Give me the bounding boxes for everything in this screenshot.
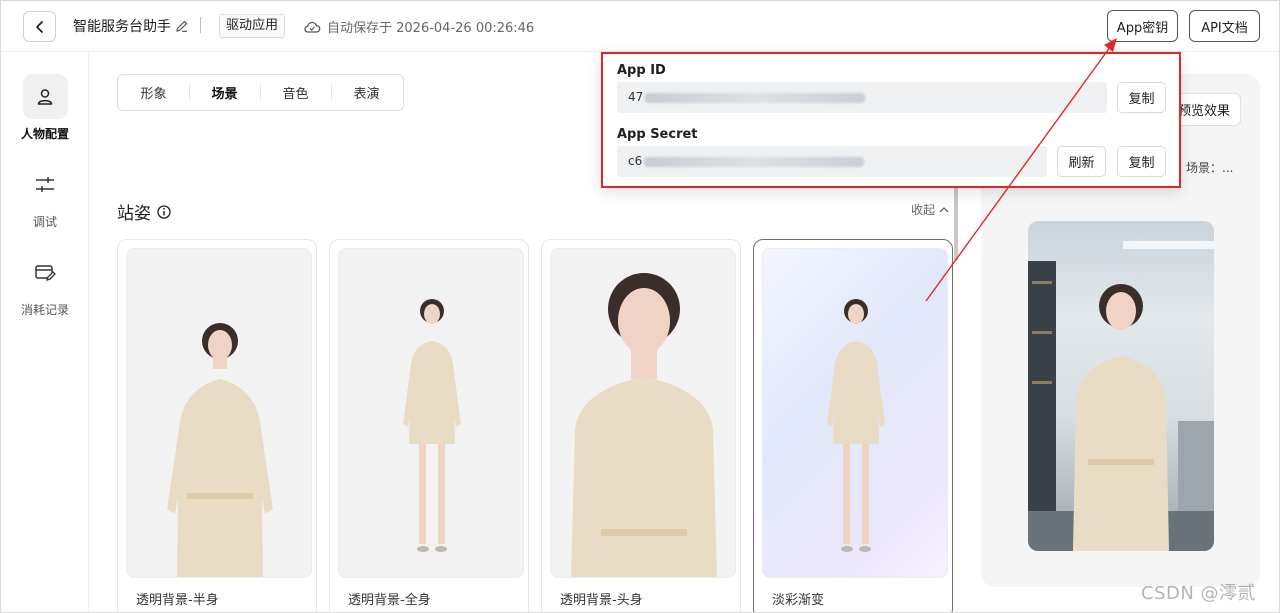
sidebar-item-character-config[interactable]: 人物配置: [1, 74, 89, 142]
back-button[interactable]: [23, 11, 56, 42]
info-icon[interactable]: [157, 204, 171, 219]
collapse-toggle[interactable]: 收起: [911, 201, 949, 218]
app-id-field[interactable]: 47: [617, 82, 1107, 113]
app-title-text: 智能服务台助手: [73, 19, 171, 35]
sidebar-icon-box: [23, 250, 68, 295]
copy-app-secret-button[interactable]: 复制: [1117, 146, 1166, 177]
watermark: CSDN @澪贰: [1141, 583, 1257, 604]
avatar-image: [126, 248, 312, 578]
redacted-blur: [644, 156, 865, 167]
tab-performance[interactable]: 表演: [331, 83, 402, 102]
app-secret-label: App Secret: [617, 127, 698, 142]
sidebar-icon-box: [22, 74, 68, 119]
office-preview-image: [1028, 221, 1214, 551]
api-doc-button[interactable]: API文档: [1189, 10, 1260, 42]
card-label: 透明背景-头身: [560, 593, 643, 608]
app-key-button[interactable]: App密钥: [1107, 10, 1178, 42]
scene-card-transparent-full[interactable]: 透明背景-全身: [329, 239, 529, 612]
app-id-label: App ID: [617, 63, 666, 78]
tab-voice[interactable]: 音色: [260, 83, 331, 102]
card-label: 透明背景-半身: [136, 593, 219, 608]
redacted-blur: [645, 92, 866, 103]
sidebar-item-consumption-records[interactable]: 消耗记录: [1, 250, 89, 318]
app-window: 智能服务台助手 驱动应用 自动保存于 2026-04-26 00:26:46 A…: [0, 0, 1280, 613]
drive-app-tag: 驱动应用: [219, 14, 286, 38]
autosave-status: 自动保存于 2026-04-26 00:26:46: [303, 17, 534, 36]
app-title[interactable]: 智能服务台助手: [73, 16, 189, 36]
avatar-image: [762, 248, 948, 578]
sidebar-item-debug[interactable]: 调试: [1, 162, 89, 230]
refresh-secret-button[interactable]: 刷新: [1057, 146, 1106, 177]
section-title: 站姿: [117, 199, 171, 224]
app-secret-value: c6: [628, 154, 643, 168]
app-secret-field[interactable]: c6: [617, 146, 1047, 177]
sidebar-icon-box: [23, 162, 68, 207]
card-label: 透明背景-全身: [348, 593, 431, 608]
scene-card-transparent-head[interactable]: 透明背景-头身: [541, 239, 741, 612]
edit-icon[interactable]: [175, 19, 189, 33]
left-sidebar: 人物配置 调试 消耗记录: [1, 52, 89, 612]
collapse-label: 收起: [911, 203, 936, 217]
card-edit-icon: [35, 264, 56, 281]
sidebar-item-label: 消耗记录: [20, 303, 69, 317]
scene-card-pastel-gradient[interactable]: 淡彩渐变: [753, 239, 953, 612]
avatar-image: [338, 248, 524, 578]
tab-scene[interactable]: 场景: [189, 83, 260, 102]
autosave-text: 自动保存于 2026-04-26 00:26:46: [327, 21, 535, 36]
cloud-icon: [304, 21, 321, 33]
scene-card-transparent-half[interactable]: 透明背景-半身: [117, 239, 317, 612]
sliders-icon: [36, 176, 54, 192]
config-tabs: 形象 场景 音色 表演: [117, 74, 404, 111]
avatar-image: [550, 248, 736, 578]
sidebar-item-label: 调试: [32, 215, 57, 229]
header-divider: [200, 17, 201, 33]
scrollbar-thumb[interactable]: [954, 186, 958, 261]
app-key-popover: App ID 47 复制 App Secret c6 刷新 复制: [601, 52, 1181, 188]
scene-label: 场景：...: [1186, 161, 1234, 175]
app-id-value: 47: [628, 90, 644, 104]
top-header: 智能服务台助手 驱动应用 自动保存于 2026-04-26 00:26:46 A…: [1, 1, 1279, 52]
card-label: 淡彩渐变: [772, 593, 825, 608]
sidebar-item-label: 人物配置: [20, 127, 69, 141]
chevron-left-icon: [35, 20, 43, 33]
chevron-up-icon: [939, 206, 949, 212]
section-title-text: 站姿: [117, 204, 151, 224]
copy-app-id-button[interactable]: 复制: [1117, 82, 1166, 113]
person-icon: [37, 88, 53, 105]
tab-appearance[interactable]: 形象: [118, 83, 189, 102]
